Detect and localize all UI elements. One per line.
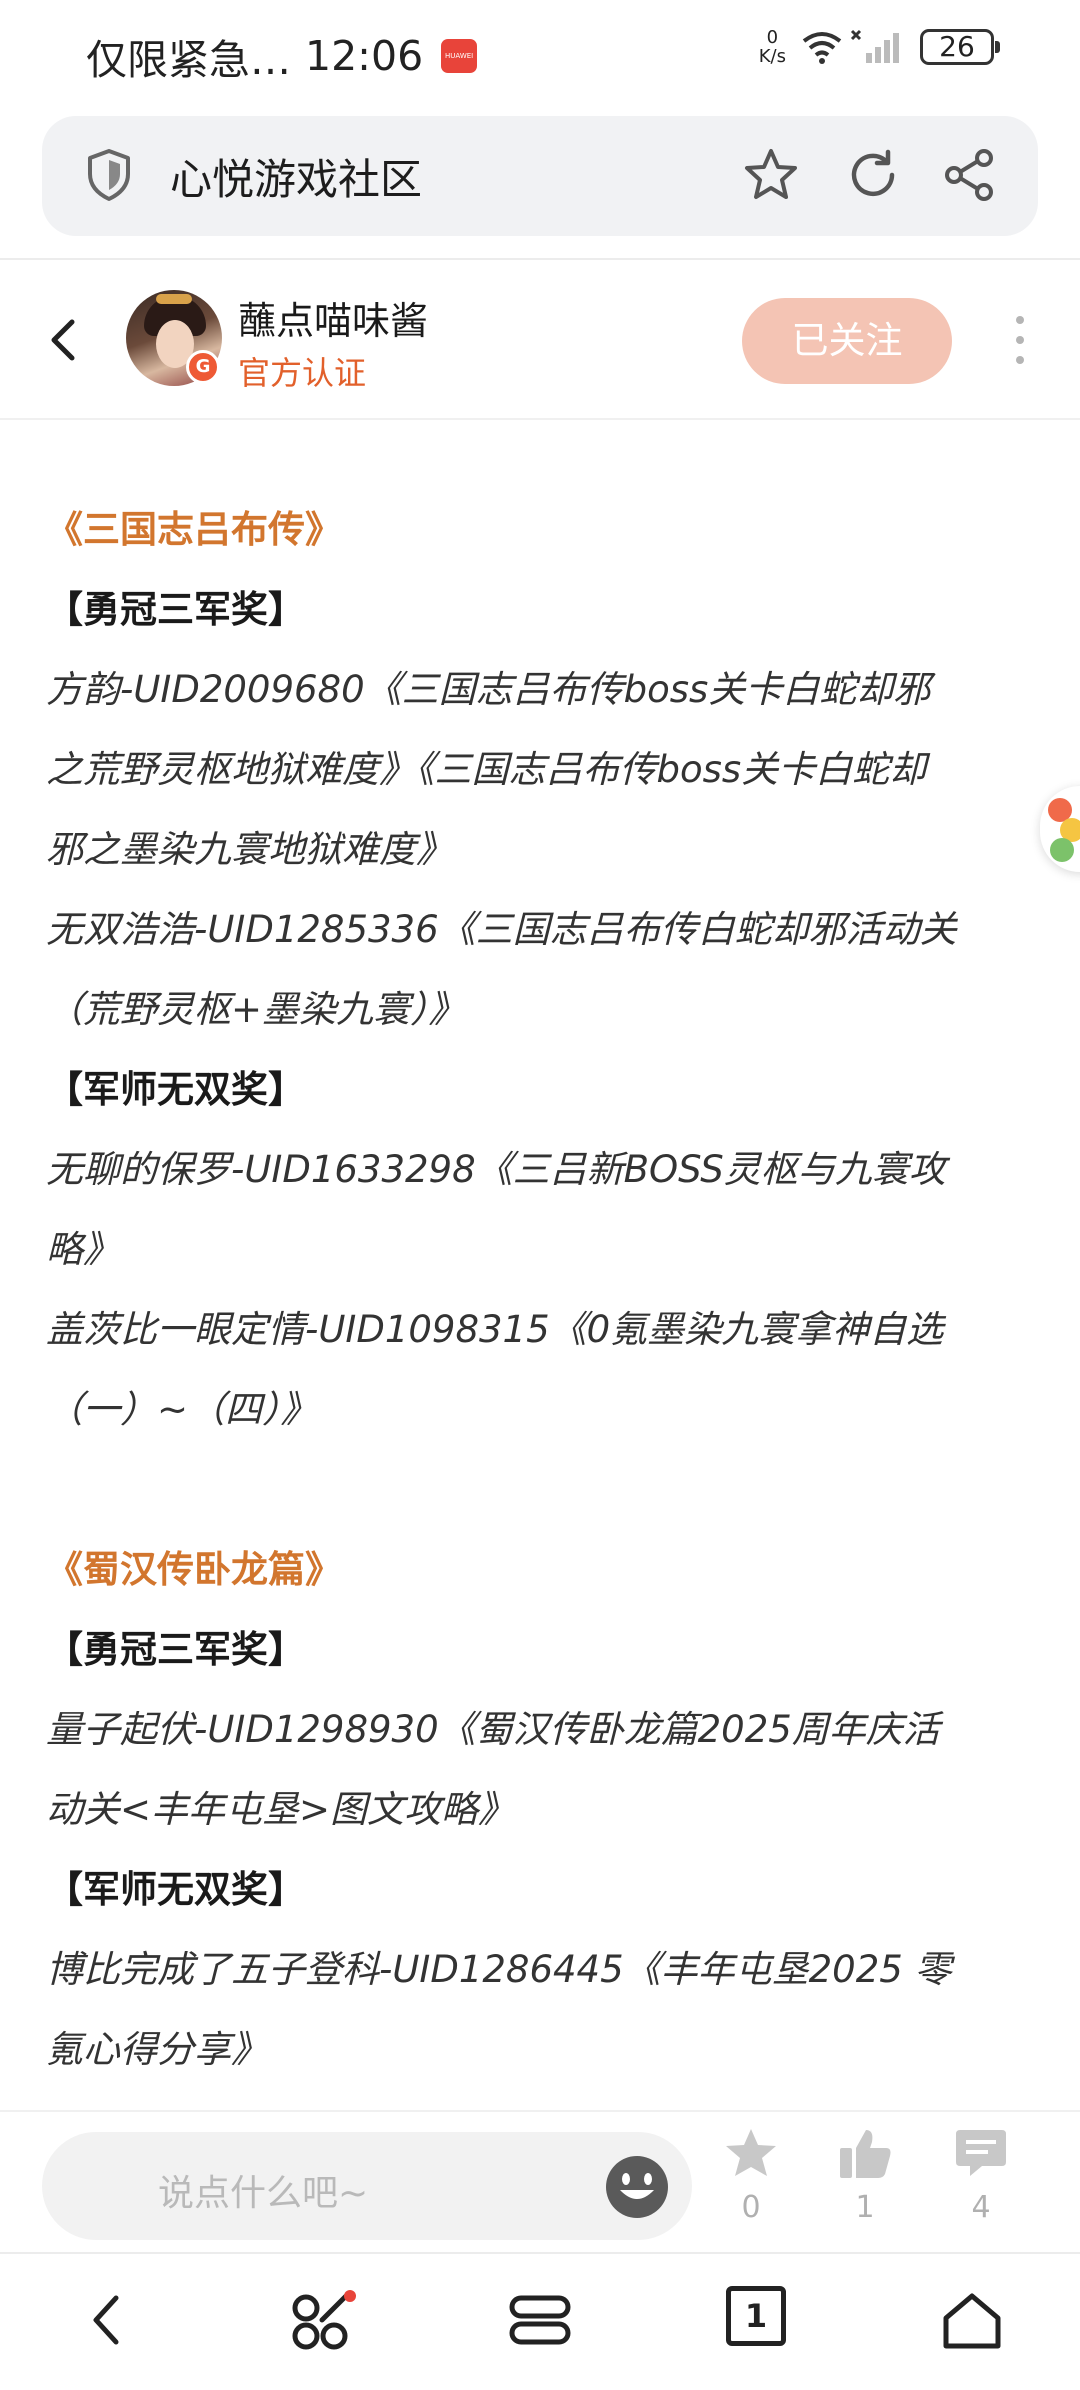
follow-button[interactable]: 已关注	[742, 298, 952, 384]
refresh-icon[interactable]	[844, 146, 902, 204]
award-entry: 盖茨比一眼定情-UID1098315《0氪墨染九寰拿神自选 （一）~（四）》	[46, 1308, 944, 1431]
award-entry: 博比完成了五子登科-UID1286445《丰年屯垦2025 零 氪心得分享》	[46, 1948, 952, 2071]
award-title: 【军师无双奖】	[46, 1068, 305, 1111]
bookmark-star-icon[interactable]	[742, 146, 800, 204]
network-speed-unit: K/s	[758, 46, 786, 67]
official-certification-tag: 官方认证	[238, 354, 367, 392]
apps-hub-icon[interactable]	[288, 2290, 356, 2354]
shield-icon[interactable]	[86, 148, 132, 202]
likes-stat[interactable]: 1	[830, 2126, 900, 2225]
network-speed-value: 0	[766, 27, 779, 48]
notification-text: 仅限紧急…	[86, 36, 291, 84]
share-icon[interactable]	[940, 146, 998, 204]
huawei-label: HUAWEI	[445, 52, 474, 60]
award-title: 【军师无双奖】	[46, 1868, 305, 1911]
status-bar: 仅限紧急… 12:06 HUAWEI 0 K/s 26	[0, 0, 1080, 108]
status-right: 0 K/s 26	[759, 28, 1000, 66]
article-section: 《三国志吕布传》 【勇冠三军奖】 方韵-UID2009680《三国志吕布传bos…	[46, 490, 1036, 1450]
thumbs-up-icon[interactable]	[836, 2126, 894, 2182]
award-title: 【勇冠三军奖】	[46, 588, 305, 631]
home-icon[interactable]	[940, 2290, 1004, 2352]
back-icon[interactable]	[84, 2290, 128, 2350]
tabs-count-button[interactable]: 1	[726, 2286, 786, 2346]
battery-indicator: 26	[920, 29, 1000, 65]
floating-game-widget[interactable]	[1040, 786, 1080, 872]
favorites-count: 0	[741, 2190, 761, 2225]
comment-input[interactable]: 说点什么吧~	[42, 2132, 692, 2240]
comment-bar: 说点什么吧~ 0 1 4	[0, 2110, 1080, 2250]
award-entry: 量子起伏-UID1298930《蜀汉传卧龙篇2025周年庆活 动关<丰年屯垦>图…	[46, 1708, 940, 1831]
comments-count: 4	[971, 2190, 991, 2225]
status-left: 仅限紧急… 12:06 HUAWEI	[86, 26, 478, 86]
favorites-stat[interactable]: 0	[716, 2126, 786, 2225]
address-bar[interactable]: 心悦游戏社区	[42, 116, 1038, 236]
wifi-icon	[802, 32, 842, 64]
author-name[interactable]: 蘸点喵味酱	[238, 290, 428, 345]
award-entry: 方韵-UID2009680《三国志吕布传boss关卡白蛇却邪 之荒野灵枢地狱难度…	[46, 668, 931, 871]
comment-placeholder: 说点什么吧~	[158, 2173, 369, 2214]
comments-stat[interactable]: 4	[946, 2126, 1016, 2225]
post-header: G 蘸点喵味酱 官方认证 已关注	[0, 260, 1080, 420]
award-entry: 无聊的保罗-UID1633298《三吕新BOSS灵枢与九寰攻 略》	[46, 1148, 946, 1271]
more-options-icon[interactable]	[1016, 316, 1026, 376]
verified-badge-icon: G	[186, 350, 220, 384]
divider	[0, 418, 1080, 420]
likes-count: 1	[855, 2190, 875, 2225]
award-title: 【勇冠三军奖】	[46, 1628, 305, 1671]
browser-nav-bar: 1	[0, 2252, 1080, 2390]
emoji-icon[interactable]	[604, 2154, 670, 2220]
clock: 12:06	[305, 32, 424, 80]
award-entry: 无双浩浩-UID1285336《三国志吕布传白蛇却邪活动关 （荒野灵枢+墨染九寰…	[46, 908, 957, 1031]
back-arrow-icon[interactable]	[44, 316, 80, 364]
comment-bubble-icon[interactable]	[952, 2126, 1010, 2182]
article-section: 《蜀汉传卧龙篇》 【勇冠三军奖】 量子起伏-UID1298930《蜀汉传卧龙篇2…	[46, 1530, 1036, 2090]
section-title: 《三国志吕布传》	[46, 508, 342, 551]
section-title: 《蜀汉传卧龙篇》	[46, 1548, 342, 1591]
network-speed: 0 K/s	[759, 28, 786, 66]
huawei-app-icon: HUAWEI	[441, 39, 478, 73]
favorite-star-icon[interactable]	[722, 2126, 780, 2182]
article-content: 《三国志吕布传》 【勇冠三军奖】 方韵-UID2009680《三国志吕布传bos…	[46, 490, 1036, 2170]
site-title[interactable]: 心悦游戏社区	[170, 146, 422, 207]
signal-icon	[850, 29, 899, 63]
menu-icon[interactable]	[508, 2290, 572, 2350]
